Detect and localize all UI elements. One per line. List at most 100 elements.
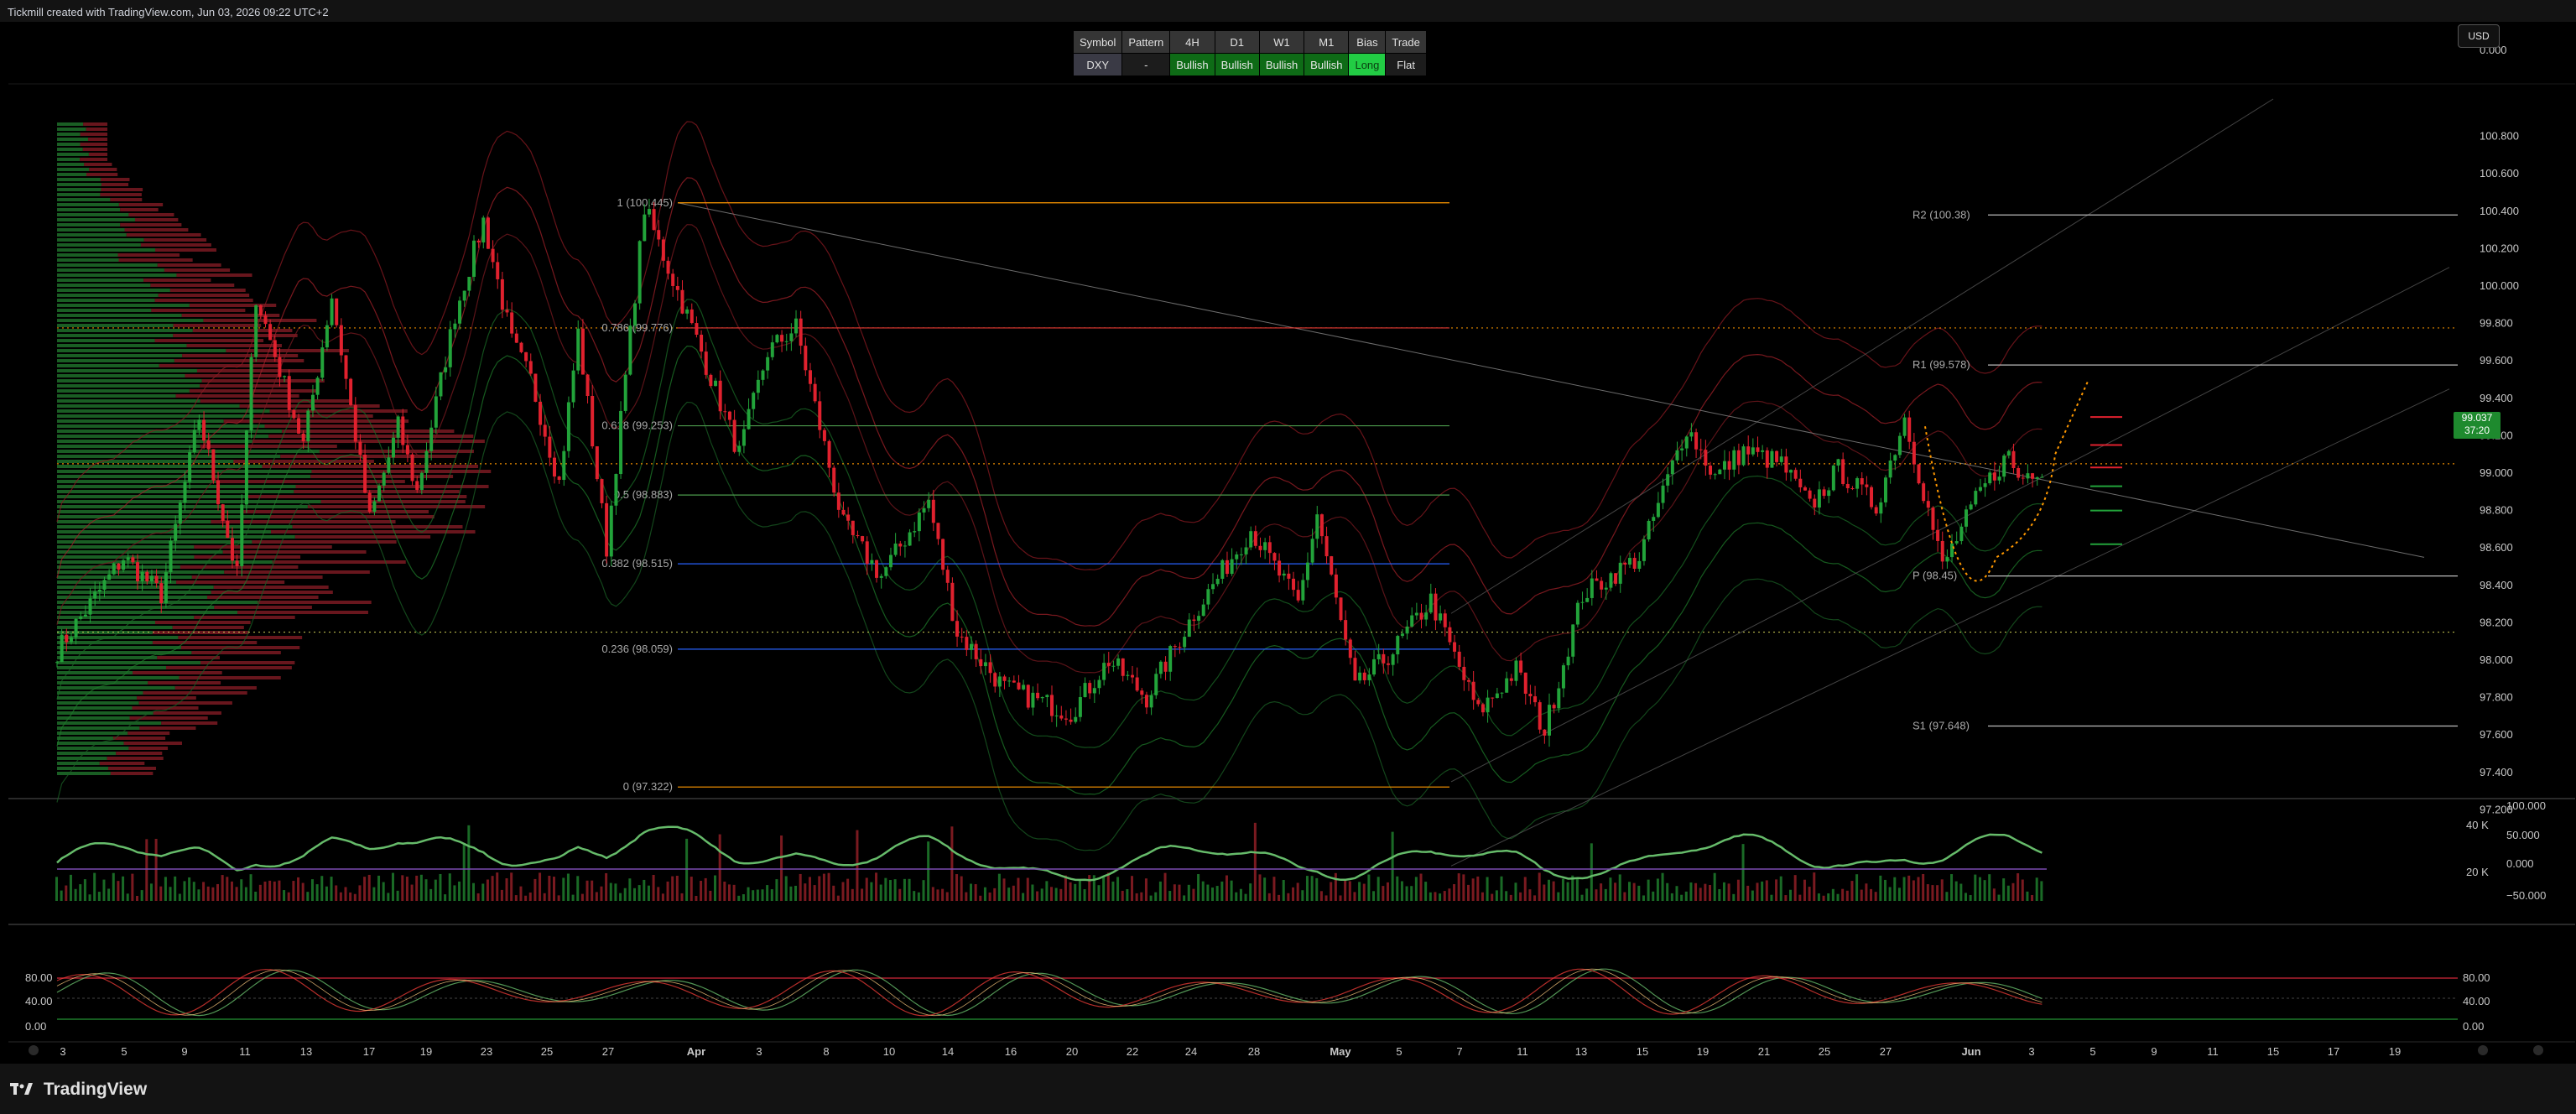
volume-bar (1922, 873, 1925, 901)
price-axis-label: 100.800 (2480, 130, 2519, 143)
volume-bar (1491, 893, 1494, 901)
candle-body (107, 574, 112, 580)
volume-bar (415, 875, 419, 901)
stoch-left-axis-label: 40.00 (25, 995, 53, 1007)
candle-body (1158, 661, 1163, 674)
volume-bar (1845, 890, 1849, 901)
currency-button[interactable]: USD (2458, 24, 2500, 48)
candle-body (700, 335, 704, 352)
volume-profile-bar (57, 299, 155, 302)
volume-bar (60, 890, 63, 901)
candle-body (1400, 633, 1404, 637)
volume-bar (419, 874, 423, 901)
volume-profile-bar (57, 606, 215, 609)
tradingview-brand[interactable]: TradingView (10, 1080, 147, 1100)
volume-bar (1907, 875, 1911, 901)
volume-profile-bar (57, 374, 185, 377)
candle-body (657, 230, 661, 240)
volume-profile-bar (264, 424, 405, 428)
volume-profile-bar (57, 218, 135, 221)
price-chart[interactable]: 1 (100.445)0.786 (99.776)0.618 (99.253)0… (8, 22, 2575, 1064)
volume-bar (396, 890, 399, 901)
axis-z-button-icon (29, 1045, 39, 1055)
candle-body (178, 502, 182, 524)
volume-bar (1647, 879, 1650, 901)
volume-bar (539, 872, 542, 901)
candle-body (1637, 560, 1642, 570)
volume-bar (888, 880, 892, 901)
candle-body (1007, 680, 1012, 682)
candle-body (1036, 692, 1040, 699)
candle-body (174, 523, 178, 541)
candle-body (396, 416, 400, 438)
volume-bar (306, 892, 310, 901)
candle-body (1206, 589, 1210, 605)
volume-bar (74, 888, 77, 901)
volume-bar (941, 888, 945, 901)
candle-body (1149, 695, 1153, 708)
volume-profile-bar (116, 752, 163, 755)
volume-bar (2021, 879, 2024, 901)
volume-bar (122, 876, 125, 901)
candle-body (1429, 593, 1433, 613)
candle-body (1789, 470, 1793, 473)
chart-area[interactable]: 1 (100.445) 0.786 (99.776) 0.618 (99.253) 0… (8, 22, 2575, 1064)
candle-body (1604, 587, 1608, 590)
candle-body (908, 532, 912, 546)
candle-body (637, 241, 642, 304)
top-bar: Tickmill created with TradingView.com, J… (0, 0, 2576, 22)
candle-body (955, 621, 960, 637)
volume-bar (102, 879, 106, 901)
volume-bar (1319, 891, 1323, 901)
volume-bar (453, 885, 456, 901)
volume-profile-bar (57, 273, 177, 277)
candle-body (1523, 672, 1527, 695)
signal-cell-2: Bullish (1169, 53, 1215, 76)
time-axis-label: 3 (60, 1045, 65, 1058)
candle-body (1718, 469, 1722, 475)
volume-bar (1618, 874, 1621, 901)
volume-profile-bar (83, 122, 107, 126)
candle-body (1694, 432, 1699, 450)
time-axis-label: 3 (756, 1045, 762, 1058)
volume-bar (922, 880, 925, 901)
candle-body (339, 325, 343, 356)
volume-bar (1637, 885, 1641, 901)
candle-body (884, 567, 888, 576)
candle-body (60, 634, 64, 663)
volume-bar (1267, 893, 1271, 901)
candle-body (770, 342, 774, 357)
candle-body (893, 543, 898, 555)
volume-profile-bar (175, 394, 299, 398)
volume-bar (548, 875, 551, 901)
candle-body (424, 450, 429, 473)
candle-body (1358, 672, 1362, 681)
candle-body (1713, 474, 1717, 476)
volume-profile-bar (57, 122, 84, 126)
candle-body (112, 563, 116, 575)
bar-countdown: 37:20 (2464, 424, 2490, 436)
candle-body (1893, 455, 1897, 461)
candle-body (1215, 578, 1220, 585)
candle-body (387, 457, 391, 473)
volume-bar (1590, 843, 1593, 901)
volume-bar (557, 895, 560, 901)
volume-profile-bar (57, 414, 254, 418)
trendline (677, 202, 2425, 558)
candle-body (169, 540, 173, 573)
volume-bar (1775, 879, 1778, 901)
candle-body (1533, 696, 1538, 703)
volume-bar (1741, 844, 1745, 901)
volume-bar (505, 878, 508, 901)
price-axis-label: 98.000 (2480, 653, 2513, 666)
candle-body (202, 419, 206, 441)
candle-body (97, 590, 101, 592)
volume-bar (1296, 882, 1299, 901)
volume-bar (813, 885, 816, 901)
volume-bar (1439, 893, 1442, 901)
volume-profile-bar (294, 490, 460, 493)
time-axis-label: 19 (1697, 1045, 1709, 1058)
volume-bar (1798, 894, 1802, 901)
volume-profile-bar (118, 258, 193, 262)
volume-profile-bar (57, 681, 148, 685)
